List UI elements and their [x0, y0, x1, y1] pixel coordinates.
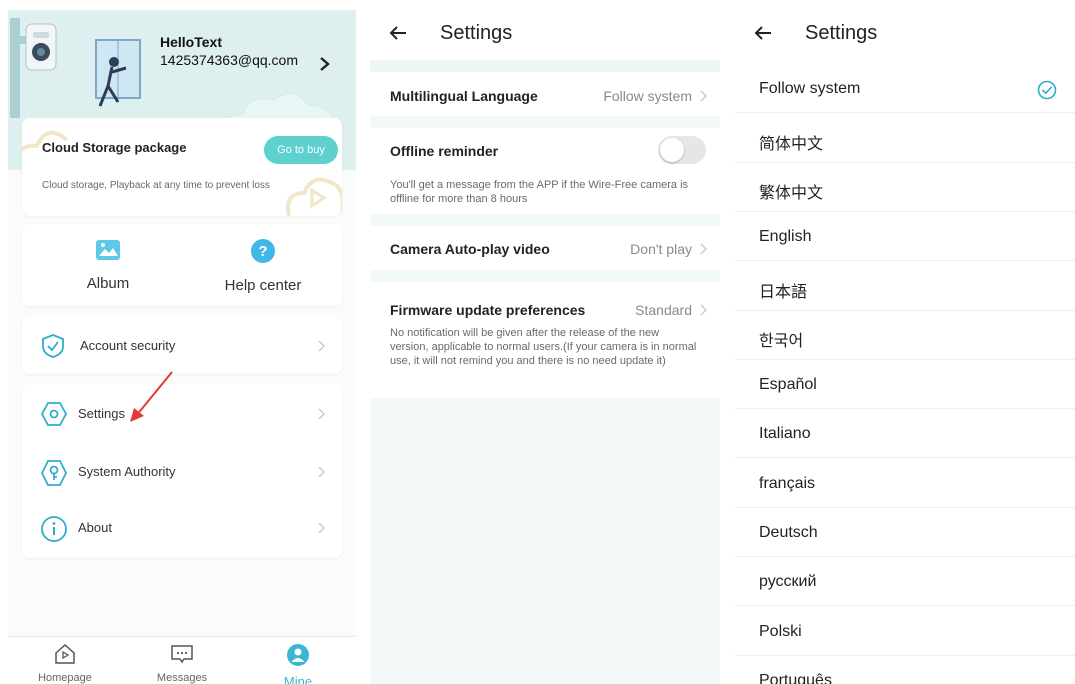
cloud-storage-card[interactable]: Cloud Storage package Go to buy Cloud st… — [22, 118, 342, 216]
chevron-right-icon — [318, 408, 325, 420]
setting-key: Offline reminder — [390, 143, 499, 159]
chevron-right-icon — [318, 466, 325, 478]
setting-offline-reminder: Offline reminder You'll get a message fr… — [370, 128, 720, 214]
album-button[interactable]: Album — [62, 238, 154, 292]
tab-messages[interactable]: Messages — [147, 643, 217, 684]
language-option[interactable]: 日本語 — [735, 262, 1075, 311]
bottom-tab-bar: Homepage Messages Mine — [8, 636, 356, 684]
language-label: 简体中文 — [759, 136, 824, 153]
setting-camera-autoplay[interactable]: Camera Auto-play video Don't play — [370, 226, 720, 270]
system-authority-label: System Authority — [78, 464, 176, 479]
account-security-card: Account security — [22, 316, 342, 374]
language-option[interactable]: Italiano — [735, 409, 1075, 458]
mine-screen: HelloText 1425374363@qq.com Cloud Storag… — [8, 10, 356, 684]
language-option[interactable]: Español — [735, 360, 1075, 409]
chevron-right-icon — [700, 304, 707, 316]
settings-label: Settings — [78, 406, 125, 421]
settings-icon — [40, 402, 68, 426]
setting-value: Don't play — [630, 241, 692, 257]
settings-screen: Settings Multilingual Language Follow sy… — [370, 0, 720, 684]
toggle-knob — [660, 138, 684, 162]
setting-key: Multilingual Language — [390, 88, 538, 104]
key-shield-icon — [40, 460, 68, 486]
user-email: 1425374363@qq.com — [160, 52, 298, 68]
chevron-right-icon — [700, 90, 707, 102]
language-label: English — [759, 228, 812, 245]
language-option[interactable]: français — [735, 459, 1075, 508]
offline-reminder-toggle[interactable] — [658, 136, 706, 164]
user-name: HelloText — [160, 34, 222, 50]
camera-illustration — [10, 18, 141, 118]
messages-icon — [171, 645, 193, 664]
menu-item-system-authority[interactable]: System Authority — [22, 444, 342, 500]
settings-header: Settings — [370, 0, 720, 60]
language-label: 繁体中文 — [759, 185, 824, 202]
chevron-right-icon — [318, 522, 325, 534]
language-option[interactable]: 한국어 — [735, 311, 1075, 360]
tab-mine[interactable]: Mine — [263, 643, 333, 684]
tab-homepage[interactable]: Homepage — [30, 643, 100, 684]
language-option[interactable]: Polski — [735, 607, 1075, 656]
language-option[interactable]: Follow system — [735, 64, 1075, 113]
language-option[interactable]: English — [735, 212, 1075, 261]
quick-actions-card: Album ? Help center — [22, 224, 342, 306]
chevron-right-icon — [318, 340, 325, 352]
page-title: Settings — [440, 22, 513, 44]
go-to-buy-button[interactable]: Go to buy — [264, 136, 338, 164]
language-option[interactable]: 简体中文 — [735, 114, 1075, 163]
home-icon — [55, 643, 75, 664]
setting-multilingual-language[interactable]: Multilingual Language Follow system — [370, 72, 720, 116]
album-label: Album — [86, 275, 130, 292]
language-option[interactable]: русский — [735, 557, 1075, 606]
language-label: русский — [759, 573, 817, 590]
play-cloud-decoration — [286, 177, 342, 216]
back-arrow-icon[interactable] — [753, 24, 773, 42]
language-label: français — [759, 475, 816, 492]
setting-key: Firmware update preferences — [390, 302, 586, 318]
account-security-label: Account security — [80, 338, 176, 353]
setting-value: Standard — [635, 302, 692, 318]
tab-messages-label: Messages — [156, 672, 208, 684]
info-icon — [41, 516, 67, 542]
help-icon: ? — [251, 239, 275, 263]
divider — [370, 60, 720, 72]
album-icon — [96, 240, 120, 260]
chevron-right-icon[interactable] — [318, 52, 332, 74]
menu-item-about[interactable]: About — [22, 500, 342, 556]
help-center-label: Help center — [224, 277, 302, 294]
language-option[interactable]: 繁体中文 — [735, 163, 1075, 212]
language-label: Español — [759, 376, 817, 393]
language-header: Settings — [735, 0, 1075, 60]
language-label: Deutsch — [759, 524, 818, 541]
setting-note: No notification will be given after the … — [390, 327, 697, 367]
language-label: Português — [759, 672, 832, 684]
language-label: 日本語 — [759, 284, 808, 301]
back-arrow-icon[interactable] — [388, 24, 408, 42]
red-pointer-arrow — [130, 371, 173, 422]
setting-value: Follow system — [603, 88, 692, 104]
svg-text:?: ? — [258, 243, 267, 260]
tab-homepage-label: Homepage — [38, 672, 92, 684]
user-icon — [287, 644, 309, 666]
setting-note: You'll get a message from the APP if the… — [390, 179, 689, 205]
page-title: Settings — [805, 22, 878, 44]
help-center-button[interactable]: ? Help center — [208, 238, 318, 294]
chevron-right-icon — [700, 243, 707, 255]
setting-key: Camera Auto-play video — [390, 241, 550, 257]
cloud-storage-description: Cloud storage, Playback at any time to p… — [42, 180, 270, 191]
language-label: Polski — [759, 623, 802, 640]
about-label: About — [78, 520, 112, 535]
setting-firmware-update[interactable]: Firmware update preferences Standard No … — [370, 282, 720, 398]
check-circle-icon — [1037, 80, 1057, 100]
cloud-storage-title: Cloud Storage package — [42, 140, 187, 155]
language-option[interactable]: Deutsch — [735, 508, 1075, 557]
menu-item-account-security[interactable]: Account security — [22, 318, 342, 374]
language-label: Follow system — [759, 80, 861, 97]
shield-check-icon — [42, 334, 64, 358]
tab-mine-label: Mine — [283, 674, 313, 684]
language-screen: Settings Follow system 简体中文 繁体中文 English… — [735, 0, 1075, 684]
language-label: Italiano — [759, 425, 811, 442]
language-option[interactable]: Português — [735, 656, 1075, 684]
language-label: 한국어 — [759, 333, 804, 350]
